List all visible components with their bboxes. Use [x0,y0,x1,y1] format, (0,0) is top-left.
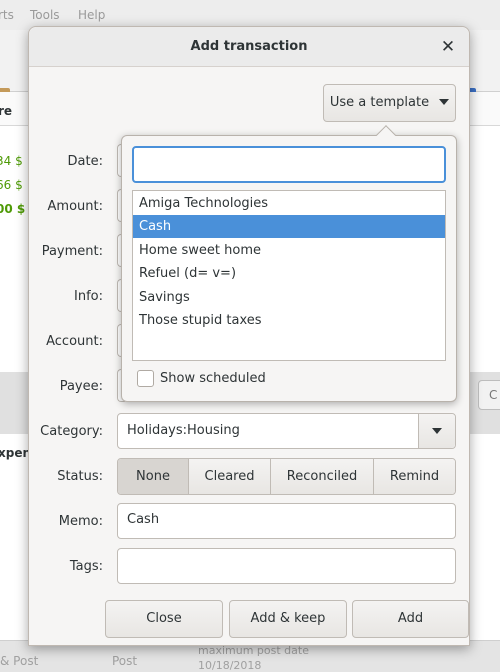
status-label: Status: [57,469,103,484]
template-list: Amiga Technologies Cash Home sweet home … [132,190,446,361]
amount-cell: 34 $ [0,154,23,168]
template-item[interactable]: Amiga Technologies [133,192,445,215]
template-item-selected[interactable]: Cash [133,215,445,238]
tags-label: Tags: [69,559,103,574]
menu-item[interactable]: Tools [30,8,60,22]
payee-label: Payee: [59,379,103,394]
category-dropdown-button[interactable] [418,414,455,448]
dialog-title: Add transaction [190,39,308,54]
close-button[interactable]: Close [105,600,223,638]
menu-item[interactable]: rts [0,8,14,22]
status-cleared-button[interactable]: Cleared [188,459,270,494]
close-icon[interactable]: ✕ [439,38,457,56]
category-value: Holidays:Housing [127,423,240,438]
chevron-down-icon [432,428,442,434]
memo-field[interactable]: Cash [117,503,456,539]
info-label: Info: [74,289,103,304]
account-label: Account: [46,334,103,349]
dialog-titlebar: Add transaction ✕ [29,27,469,67]
template-item[interactable]: Those stupid taxes [133,309,445,332]
lower-button[interactable]: C [478,380,500,410]
tags-field[interactable] [117,548,456,584]
template-item[interactable]: Savings [133,286,445,309]
template-item[interactable]: Home sweet home [133,239,445,262]
status-reconciled-button[interactable]: Reconciled [270,459,373,494]
show-scheduled-checkbox[interactable] [137,370,154,387]
add-button[interactable]: Add [352,600,469,638]
post-button[interactable]: Post [112,654,137,668]
memo-label: Memo: [58,514,103,529]
show-scheduled-label[interactable]: Show scheduled [160,371,266,386]
max-post-date: 10/18/2018 [198,659,262,672]
payment-label: Payment: [41,244,103,259]
category-label: Category: [40,424,103,439]
status-none-button[interactable]: None [118,459,188,494]
template-search-input[interactable] [132,146,446,183]
date-label: Date: [67,154,103,169]
amount-label: Amount: [47,199,103,214]
column-header[interactable]: re [0,104,12,118]
status-toggle-group: None Cleared Reconciled Remind [117,458,456,495]
category-combo[interactable]: Holidays:Housing [117,413,456,449]
add-keep-button[interactable]: Add & keep [229,600,347,638]
chevron-down-icon [439,99,450,105]
use-template-button[interactable]: Use a template [323,84,456,122]
amount-cell: 00 $ [0,202,26,216]
template-item[interactable]: Refuel (d= v=) [133,262,445,285]
template-popover: Amiga Technologies Cash Home sweet home … [121,125,457,402]
use-template-label: Use a template [329,95,430,110]
amount-cell: 66 $ [0,178,23,192]
status-remind-button[interactable]: Remind [373,459,455,494]
add-post-button[interactable]: & Post [0,654,38,668]
menu-item[interactable]: Help [78,8,105,22]
